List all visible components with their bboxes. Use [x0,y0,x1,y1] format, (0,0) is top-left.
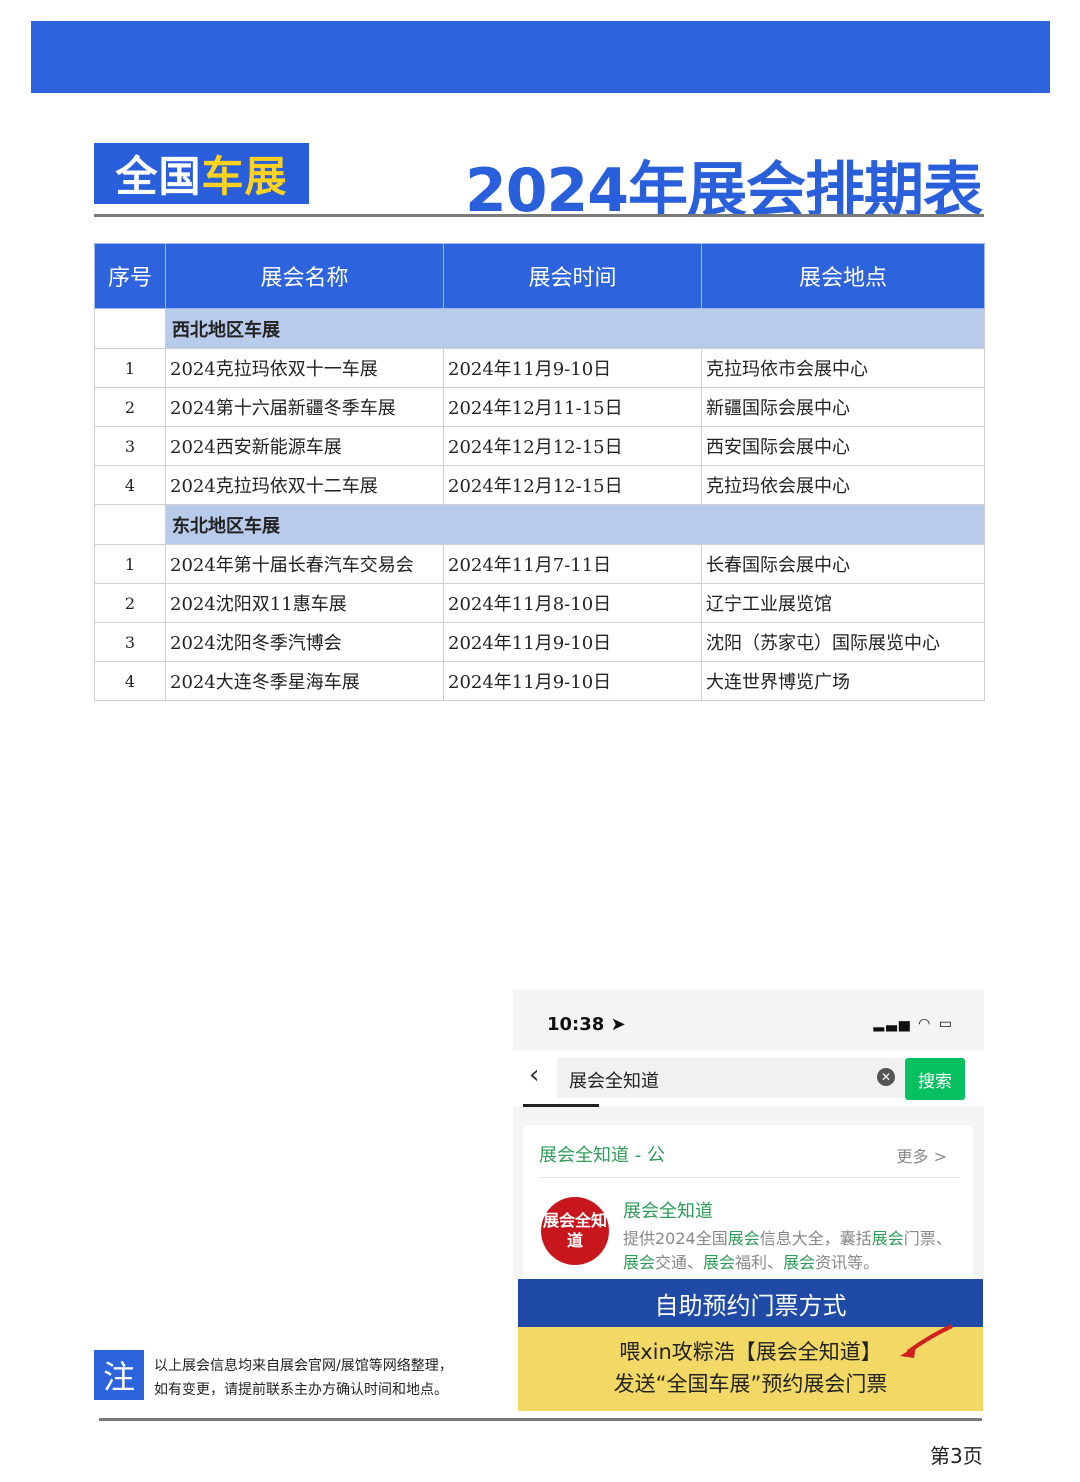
cell-no: 1 [94,544,166,584]
signal-icon: ▂▃▅ [873,1016,912,1032]
cell-place: 克拉玛依市会展中心 [701,348,985,388]
result-card[interactable]: 展会全知道 - 公 更多 > 展会全知道 展会全知道 提供2024全国展会信息大… [523,1125,973,1280]
ticket-line-2: 发送“全国车展”预约展会门票 [613,1372,888,1396]
cell-place: 西安国际会展中心 [701,426,985,466]
cell-name: 2024沈阳冬季汽博会 [165,622,444,662]
cell-no: 3 [94,426,166,466]
table-row: 2 2024沈阳双11惠车展 2024年11月8-10日 辽宁工业展览馆 [94,583,985,623]
cell-no: 2 [94,583,166,623]
region-name: 西北地区车展 [165,308,985,349]
cell-no: 1 [94,348,166,388]
account-name[interactable]: 展会全知道 [623,1197,713,1223]
cell-name: 2024克拉玛依双十二车展 [165,465,444,505]
brand-text-white: 全国 [115,152,202,201]
region-name: 东北地区车展 [165,504,985,545]
table-row: 4 2024大连冬季星海车展 2024年11月9-10日 大连世界博览广场 [94,661,985,701]
active-tab-indicator [523,1104,599,1107]
cell-date: 2024年11月9-10日 [443,622,702,662]
cell-date: 2024年12月12-15日 [443,465,702,505]
card-divider [539,1177,959,1178]
clear-icon[interactable]: ✕ [877,1068,895,1086]
cell-date: 2024年11月8-10日 [443,583,702,623]
table-row: 3 2024西安新能源车展 2024年12月12-15日 西安国际会展中心 [94,426,985,466]
footer-divider [99,1418,982,1421]
table-row: 1 2024年第十届长春汽车交易会 2024年11月7-11日 长春国际会展中心 [94,544,985,584]
cell-no: 4 [94,661,166,701]
cell-name: 2024年第十届长春汽车交易会 [165,544,444,584]
table-row: 3 2024沈阳冬季汽博会 2024年11月9-10日 沈阳（苏家屯）国际展览中… [94,622,985,662]
cell-place: 长春国际会展中心 [701,544,985,584]
cell-no: 4 [94,465,166,505]
cell-name: 2024沈阳双11惠车展 [165,583,444,623]
cell-name: 2024大连冬季星海车展 [165,661,444,701]
back-chevron-icon[interactable]: ‹ [529,1060,539,1090]
search-input[interactable]: 展会全知道 ✕ [557,1058,905,1098]
red-arrow-icon [900,1324,953,1358]
col-header-no: 序号 [94,243,166,309]
search-bar: ‹ 展会全知道 ✕ 搜索 [513,1050,984,1106]
account-description: 提供2024全国展会信息大全，囊括展会门票、展会交通、展会福利、展会资讯等。 [623,1229,952,1272]
col-header-place: 展会地点 [701,243,985,309]
note-label: 注 [94,1350,144,1400]
table-row: 2 2024第十六届新疆冬季车展 2024年12月11-15日 新疆国际会展中心 [94,387,985,427]
cell-name: 2024克拉玛依双十一车展 [165,348,444,388]
account-logo: 展会全知道 [541,1197,609,1265]
top-banner [31,21,1050,93]
cell-date: 2024年12月12-15日 [443,426,702,466]
table-row: 4 2024克拉玛依双十二车展 2024年12月12-15日 克拉玛依会展中心 [94,465,985,505]
wifi-icon: ◠ [918,1016,933,1032]
card-header: 展会全知道 - 公 [539,1145,665,1166]
brand-text-yellow: 车展 [201,152,288,201]
ticket-title: 自助预约门票方式 [518,1279,983,1327]
location-arrow-icon: ➤ [610,1014,626,1035]
cell-place: 大连世界博览广场 [701,661,985,701]
battery-icon: ▭ [938,1016,954,1032]
cell-place: 克拉玛依会展中心 [701,465,985,505]
col-header-date: 展会时间 [443,243,702,309]
cell-date: 2024年11月9-10日 [443,661,702,701]
cell-place: 辽宁工业展览馆 [701,583,985,623]
search-button[interactable]: 搜索 [905,1058,965,1100]
table-row: 1 2024克拉玛依双十一车展 2024年11月9-10日 克拉玛依市会展中心 [94,348,985,388]
title-divider [94,214,984,217]
more-link[interactable]: 更多 > [897,1143,948,1167]
cell-date: 2024年11月7-11日 [443,544,702,584]
page-number: 第3页 [930,1444,983,1468]
cell-date: 2024年12月11-15日 [443,387,702,427]
region-row: 西北地区车展 [94,308,985,349]
col-header-name: 展会名称 [165,243,444,309]
cell-no: 3 [94,622,166,662]
table-header-row: 序号 展会名称 展会时间 展会地点 [94,243,985,309]
cell-name: 2024西安新能源车展 [165,426,444,466]
cell-date: 2024年11月9-10日 [443,348,702,388]
cell-place: 沈阳（苏家屯）国际展览中心 [701,622,985,662]
status-time: 10:38 ➤ [547,1014,626,1035]
cell-place: 新疆国际会展中心 [701,387,985,427]
region-row: 东北地区车展 [94,504,985,545]
cell-no: 2 [94,387,166,427]
schedule-table: 序号 展会名称 展会时间 展会地点 西北地区车展 1 2024克拉玛依双十一车展… [94,243,985,701]
status-icons: ▂▃▅ ◠ ▭ [873,1016,954,1032]
phone-screenshot: 10:38 ➤ ▂▃▅ ◠ ▭ ‹ 展会全知道 ✕ 搜索 展会全知道 - 公 更… [513,990,984,1280]
brand-logo: 全国 车展 [94,143,309,204]
note-text: 以上展会信息均来自展会官网/展馆等网络整理， 如有变更，请提前联系主办方确认时间… [154,1358,453,1398]
cell-name: 2024第十六届新疆冬季车展 [165,387,444,427]
